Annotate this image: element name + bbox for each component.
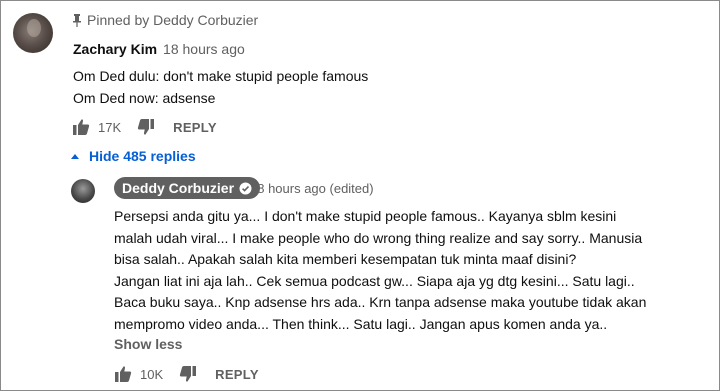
comment-line: Om Ded now: adsense [73,90,216,106]
caret-up-icon [71,153,79,159]
reply-line: mempromo video anda... Then think... Sat… [114,315,608,332]
reply-line: Jangan liat ini aja lah.. Cek semua podc… [114,272,635,289]
reply-line: Persepsi anda gitu ya... I don't make st… [114,208,617,224]
reply-author: Deddy Corbuzier [122,180,235,196]
reply-line: bisa salah.. Apakah salah kita memberi k… [114,251,577,268]
channel-owner-badge[interactable]: Deddy Corbuzier [114,177,261,199]
reply-actions: 10K REPLY [114,365,259,383]
commenter-avatar[interactable] [13,13,53,53]
comment-author[interactable]: Zachary Kim [73,41,157,57]
pin-icon [73,13,81,27]
reply-body: Persepsi anda gitu ya... I don't make st… [114,206,714,336]
reply-reply-button[interactable]: REPLY [215,367,259,382]
comment-actions: 17K REPLY [72,118,217,136]
comment-like-count: 17K [98,119,122,135]
comment-header: Zachary Kim 18 hours ago [73,41,245,57]
show-less-button[interactable]: Show less [114,336,182,352]
pinned-label: Pinned by Deddy Corbuzier [73,12,258,28]
reply-like-count: 10K [140,366,164,382]
pinned-text: Pinned by Deddy Corbuzier [87,12,259,28]
reply-line: malah udah viral... I make people who do… [114,229,643,246]
hide-replies-toggle[interactable]: Hide 485 replies [71,148,196,164]
reply-timestamp[interactable]: 18 hours ago (edited) [250,181,374,196]
thumbs-up-icon[interactable] [114,365,132,383]
hide-replies-label: Hide 485 replies [89,148,196,164]
thumbs-up-icon[interactable] [72,118,90,136]
comment-timestamp[interactable]: 18 hours ago [163,41,245,57]
thumbs-down-icon[interactable] [179,365,197,383]
thumbs-down-icon[interactable] [137,118,155,136]
comment-reply-button[interactable]: REPLY [173,120,217,135]
reply-author-avatar[interactable] [71,179,95,203]
reply-line: Baca buku saya.. Knp adsense hrs ada.. K… [114,294,647,311]
comment-body: Om Ded dulu: don't make stupid people fa… [73,65,368,109]
comment-line: Om Ded dulu: don't make stupid people fa… [73,68,369,84]
